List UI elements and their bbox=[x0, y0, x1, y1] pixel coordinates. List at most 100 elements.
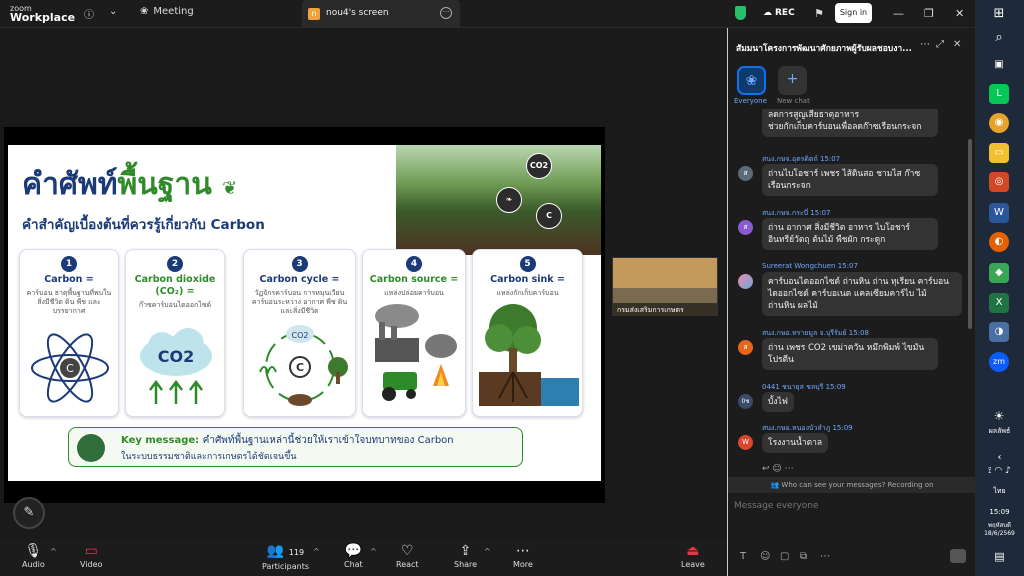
chat-icon: 💬 bbox=[344, 543, 363, 559]
more-options-icon[interactable]: ··· bbox=[440, 7, 452, 19]
chevron-icon[interactable]: ‹ bbox=[975, 452, 1024, 463]
participants-icon: 👥 119 bbox=[266, 543, 305, 559]
message-bubble: บั้งไฟ bbox=[762, 392, 794, 412]
send-button[interactable] bbox=[950, 549, 966, 563]
share-caret-icon[interactable]: ^ bbox=[484, 547, 491, 556]
participants-caret-icon[interactable]: ^ bbox=[313, 547, 320, 556]
app3-icon[interactable]: ◑ bbox=[989, 322, 1009, 342]
tab-everyone[interactable]: ❀ bbox=[737, 66, 766, 95]
flag-icon[interactable]: ⚑ bbox=[814, 7, 824, 20]
card-title: Carbon source = bbox=[369, 274, 459, 285]
card-number: 4 bbox=[406, 256, 422, 272]
message-reactions[interactable]: ↩ ☺ ⋯ bbox=[762, 464, 794, 474]
task-view-icon[interactable]: ▣ bbox=[989, 55, 1009, 75]
sign-in-button[interactable]: Sign in bbox=[835, 3, 872, 23]
chat-scrollbar[interactable] bbox=[968, 139, 972, 329]
excel-icon[interactable]: X bbox=[989, 293, 1009, 313]
weather-icon[interactable]: ☀ bbox=[989, 406, 1009, 426]
video-label: Video bbox=[80, 560, 103, 569]
file-icon[interactable]: ▢ bbox=[780, 551, 789, 562]
shield-icon[interactable] bbox=[735, 6, 746, 20]
windows-taskbar: ⊞ ⌕ ▣ L ◉ ▭ ◎ W ◐ ◆ X ◑ zm ☀ ผลลัพธ์ ‹ ⟟… bbox=[975, 0, 1024, 576]
factory-icon bbox=[375, 304, 457, 401]
slide-title: คำศัพท์พื้นฐาน ❦ bbox=[22, 161, 237, 208]
zoom-app-icon[interactable]: zm bbox=[989, 352, 1009, 372]
atom-label: C bbox=[66, 362, 74, 375]
message-bubble: ถ่านไบโอชาร์ เพชร ไส้ดินสอ ชามไส ก๊าซ เรื… bbox=[762, 164, 938, 196]
microphone-icon: 🎙 bbox=[24, 543, 43, 559]
weather-label: ผลลัพธ์ bbox=[988, 427, 1011, 435]
firefox-icon[interactable]: ◐ bbox=[989, 232, 1009, 252]
thumb-wall bbox=[613, 258, 717, 288]
popout-icon[interactable]: ⤢ bbox=[936, 39, 944, 50]
participants-button[interactable]: 👥 119 Participants bbox=[262, 542, 309, 571]
app2-icon[interactable]: ◆ bbox=[989, 263, 1009, 283]
close-chat-icon[interactable]: ✕ bbox=[953, 39, 961, 50]
carbon-circle-icon: C bbox=[536, 203, 562, 229]
chat-button[interactable]: 💬 Chat bbox=[344, 542, 363, 569]
tab-new-chat-label: New chat bbox=[777, 97, 810, 105]
message-text: บั้งไฟ bbox=[768, 397, 788, 407]
video-off-icon: ▭ bbox=[84, 543, 98, 559]
who-can-see-text: Who can see your messages? Recording on bbox=[781, 481, 934, 489]
video-button[interactable]: ▭ Video bbox=[80, 542, 102, 569]
meeting-tab[interactable]: ❀ Meeting bbox=[140, 6, 194, 17]
windows-start-icon[interactable]: ⊞ bbox=[989, 4, 1009, 24]
message-list: ลดการสูญเสียธาตุอาหาร ช่วยกักเก็บคาร์บอนเ… bbox=[728, 109, 976, 497]
more-compose-icon[interactable]: ⋯ bbox=[820, 551, 830, 562]
message-text: โปรตีน bbox=[768, 355, 794, 365]
share-label: Share bbox=[454, 560, 478, 569]
message-bubble: โรงงานน้ำตาล bbox=[762, 433, 829, 453]
message-input[interactable] bbox=[734, 497, 970, 515]
screenshot-icon[interactable]: ⧉ bbox=[800, 551, 807, 562]
chevron-down-icon[interactable]: ⌄ bbox=[109, 6, 117, 17]
share-button[interactable]: ⇪ Share bbox=[454, 542, 477, 569]
message-text: โรงงานน้ำตาล bbox=[768, 438, 823, 448]
react-button[interactable]: ♡ React bbox=[396, 542, 419, 569]
chat-title: สัมมนาโครงการพัฒนาศักยภาพผู้รับผลชอบงา..… bbox=[736, 44, 912, 54]
who-can-see-notice[interactable]: 👥 Who can see your messages? Recording o… bbox=[728, 477, 976, 493]
message-text: ถ่านไบโอชาร์ เพชร ไส้ดินสอ ชามไส ก๊าซ bbox=[768, 169, 921, 179]
language-indicator[interactable]: ไทย bbox=[975, 486, 1024, 497]
record-indicator[interactable]: ☁ REC bbox=[763, 8, 795, 18]
more-button[interactable]: ⋯ More bbox=[513, 542, 533, 569]
card-desc: ก๊าซคาร์บอนไดออกไซด์ bbox=[138, 301, 212, 309]
card-desc: แหล่งกักเก็บคาร์บอน bbox=[496, 289, 559, 297]
network-volume-icon[interactable]: ⟟ ◠ ♪ bbox=[975, 466, 1024, 476]
paw-icon: ❀ bbox=[745, 73, 758, 89]
chrome-icon[interactable]: ◉ bbox=[989, 113, 1009, 133]
slide-subtitle: คำสำคัญเบื้องต้นที่ควรรู้เกี่ยวกับ Carbo… bbox=[22, 217, 265, 233]
minimize-icon[interactable]: — bbox=[893, 7, 904, 20]
share-screen-tab[interactable]: n nou4's screen ··· bbox=[302, 0, 460, 28]
video-thumbnail[interactable]: กรมส่งเสริมการเกษตร bbox=[612, 257, 718, 316]
file-explorer-icon[interactable]: ▭ bbox=[989, 143, 1009, 163]
leave-button[interactable]: ⏏ Leave bbox=[681, 542, 705, 569]
tab-new-chat[interactable]: + bbox=[778, 66, 807, 95]
message-text: ไดออกไซด์ คาร์บอเนต แคลเซียมคาร์ไบ ไม้ bbox=[768, 289, 927, 299]
annotate-pen-button[interactable]: ✎ bbox=[13, 497, 45, 529]
chat-caret-icon[interactable]: ^ bbox=[370, 547, 377, 556]
clock-time[interactable]: 15:09 bbox=[975, 508, 1024, 516]
search-icon[interactable]: ⌕ bbox=[989, 28, 1009, 48]
line-app-icon[interactable]: L bbox=[989, 84, 1009, 104]
format-text-icon[interactable]: T bbox=[740, 551, 746, 562]
more-options-icon[interactable]: ⋯ bbox=[920, 39, 930, 50]
react-label: React bbox=[396, 560, 419, 569]
word-icon[interactable]: W bbox=[989, 203, 1009, 223]
message-text: ถ่าน อากาศ สิ่งมีชีวิต อาหาร ไบโอชาร์ bbox=[768, 223, 911, 233]
field-image: CO2 ❧ C bbox=[396, 145, 601, 255]
info-icon[interactable]: ⓘ bbox=[84, 6, 94, 21]
card-number: 5 bbox=[519, 256, 536, 272]
notification-icon[interactable]: ▤ bbox=[975, 550, 1024, 563]
zoom-logo: zoom Workplace bbox=[10, 4, 75, 23]
emoji-icon[interactable]: ☺ bbox=[760, 551, 770, 562]
card-title: Carbon dioxide (CO₂) = bbox=[134, 274, 216, 297]
chat-tabs: ❀ Everyone + New chat bbox=[728, 63, 976, 109]
app-icon[interactable]: ◎ bbox=[989, 172, 1009, 192]
restore-icon[interactable]: ❐ bbox=[924, 7, 934, 20]
close-icon[interactable]: ✕ bbox=[955, 7, 964, 20]
more-label: More bbox=[513, 560, 533, 569]
audio-button[interactable]: 🎙 Audio bbox=[22, 542, 45, 569]
audio-caret-icon[interactable]: ^ bbox=[50, 547, 57, 556]
card-number: 3 bbox=[291, 256, 308, 272]
